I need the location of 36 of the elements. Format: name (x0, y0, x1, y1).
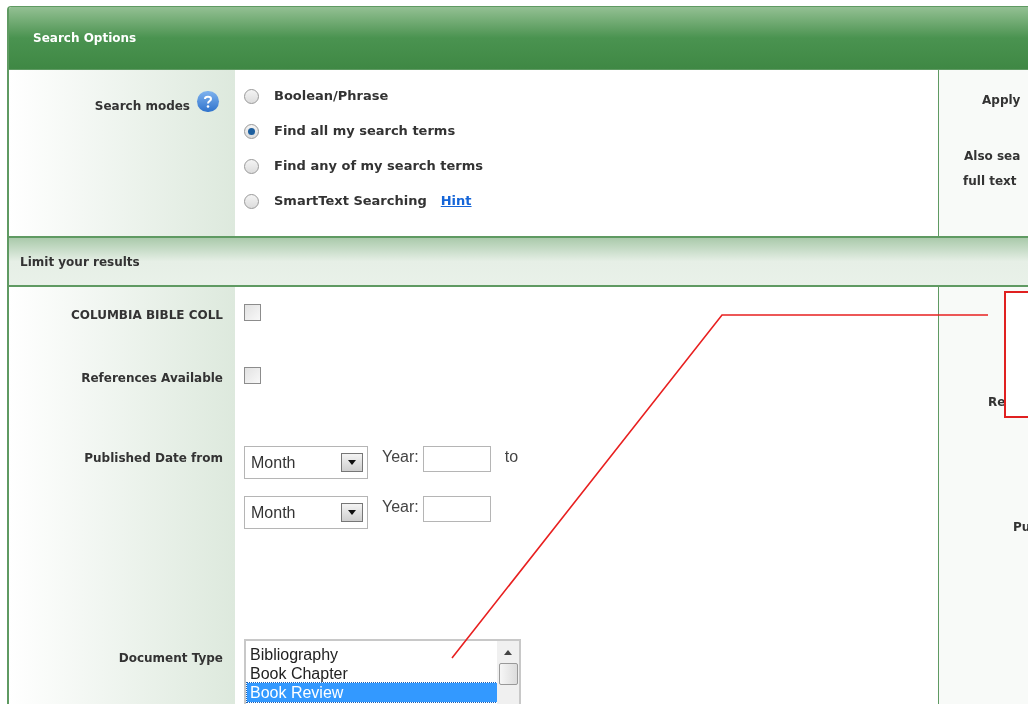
scroll-thumb[interactable] (498, 663, 518, 685)
list-scrollbar[interactable] (497, 641, 519, 704)
scroll-up-icon[interactable] (504, 650, 512, 655)
month-dropdown[interactable]: Month (244, 446, 368, 479)
field-label: References Available (81, 370, 223, 387)
year-label: Year: (382, 447, 419, 467)
list-option[interactable]: Book Chapter (247, 664, 497, 683)
hint-link[interactable]: Hint (440, 191, 472, 211)
field-label: Document Type (118, 650, 223, 667)
section-title: Limit your results (20, 253, 140, 271)
panel-title: Search Options (33, 30, 137, 47)
option-label: Find any of my search terms (274, 157, 484, 176)
year-input[interactable] (422, 446, 491, 472)
side-label: full text (963, 173, 1018, 190)
checkbox[interactable] (244, 367, 261, 384)
range-connector: to (504, 447, 519, 467)
radio-button[interactable] (244, 158, 259, 174)
side-label: Also sea (964, 148, 1022, 165)
side-label: Apply (982, 92, 1022, 109)
field-label: Search modes (94, 98, 190, 115)
checkbox[interactable] (244, 304, 261, 321)
month-dropdown[interactable]: Month (244, 496, 368, 529)
radio-button[interactable] (244, 123, 259, 139)
document-type-list[interactable]: Bibliography Book Chapter Book Review (244, 639, 521, 704)
radio-button[interactable] (244, 88, 259, 104)
field-label: COLUMBIA BIBLE COLL (70, 307, 223, 324)
field-label: Published Date from (84, 450, 223, 467)
option-label: SmartText Searching (274, 192, 427, 211)
help-icon[interactable] (197, 91, 219, 112)
year-label: Year: (382, 497, 419, 517)
list-option[interactable]: Bibliography (247, 645, 497, 664)
option-label: Find all my search terms (274, 122, 456, 141)
side-label: Re (988, 394, 1007, 411)
year-input[interactable] (422, 496, 491, 522)
radio-button[interactable] (244, 193, 259, 209)
option-label: Boolean/Phrase (274, 87, 389, 106)
